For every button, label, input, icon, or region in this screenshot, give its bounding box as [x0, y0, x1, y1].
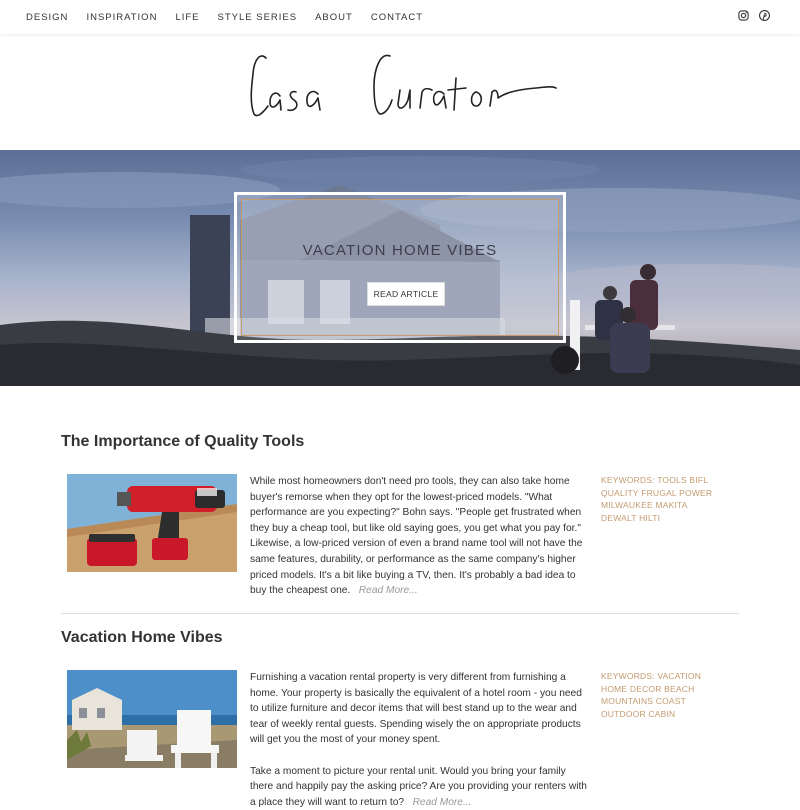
read-article-button[interactable]: READ ARTICLE [367, 282, 445, 306]
keyword-link[interactable]: MOUNTAINS [601, 696, 653, 706]
article-thumbnail-beach-chairs[interactable] [67, 670, 237, 768]
read-more-link[interactable]: Read More... [413, 797, 472, 808]
hero-banner: VACATION HOME VIBES READ ARTICLE [0, 150, 800, 386]
keyword-link[interactable]: BIFL [689, 475, 708, 485]
hero-card-frame: VACATION HOME VIBES READ ARTICLE [241, 199, 559, 336]
keyword-link[interactable]: MAKITA [655, 500, 687, 510]
nav-item-style-series[interactable]: STYLE SERIES [218, 12, 298, 23]
read-more-link[interactable]: Read More... [359, 585, 418, 596]
keyword-link[interactable]: MILWAUKEE [601, 500, 653, 510]
keyword-link[interactable]: FRUGAL [641, 488, 676, 498]
top-nav: DESIGN INSPIRATION LIFE STYLE SERIES ABO… [0, 0, 800, 34]
keyword-link[interactable]: HOME [601, 684, 627, 694]
article-keywords: KEYWORDS: TOOLS BIFL QUALITY FRUGAL POWE… [601, 474, 726, 524]
article-thumbnail-drill[interactable] [67, 474, 237, 572]
keyword-link[interactable]: POWER [679, 488, 712, 498]
keyword-link[interactable]: VACATION [657, 671, 701, 681]
nav-item-design[interactable]: DESIGN [26, 12, 68, 23]
keyword-link[interactable]: DECOR [630, 684, 662, 694]
pinterest-icon[interactable] [759, 10, 770, 21]
keyword-link[interactable]: OUTDOOR [601, 709, 646, 719]
nav-item-inspiration[interactable]: INSPIRATION [86, 12, 157, 23]
keywords-label: KEYWORDS: [601, 671, 655, 681]
keyword-link[interactable]: COAST [656, 696, 686, 706]
hero-card: VACATION HOME VIBES READ ARTICLE [234, 192, 566, 343]
nav-item-contact[interactable]: CONTACT [371, 12, 423, 23]
article-keywords: KEYWORDS: VACATION HOME DECOR BEACH MOUN… [601, 670, 726, 720]
excerpt-text: While most homeowners don't need pro too… [250, 476, 583, 597]
keyword-link[interactable]: TOOLS [657, 475, 687, 485]
main-menu: DESIGN INSPIRATION LIFE STYLE SERIES ABO… [26, 12, 441, 23]
instagram-icon[interactable] [738, 10, 749, 21]
keyword-link[interactable]: DEWALT [601, 513, 637, 523]
keywords-label: KEYWORDS: [601, 475, 655, 485]
keyword-link[interactable]: HILTI [639, 513, 660, 523]
article-divider [61, 613, 739, 614]
keyword-link[interactable]: CABIN [648, 709, 675, 719]
keyword-link[interactable]: BEACH [664, 684, 694, 694]
logo-signature [250, 54, 557, 117]
hero-title: VACATION HOME VIBES [302, 242, 498, 259]
article-title[interactable]: Vacation Home Vibes [61, 629, 223, 647]
article-excerpt: While most homeowners don't need pro too… [250, 474, 590, 599]
site-logo[interactable] [240, 44, 560, 124]
social-links [738, 10, 770, 21]
nav-item-life[interactable]: LIFE [175, 12, 199, 23]
article-excerpt: Furnishing a vacation rental property is… [250, 670, 590, 810]
article-title[interactable]: The Importance of Quality Tools [61, 433, 304, 451]
nav-item-about[interactable]: ABOUT [315, 12, 353, 23]
keyword-link[interactable]: QUALITY [601, 488, 639, 498]
excerpt-paragraph: Furnishing a vacation rental property is… [250, 672, 582, 746]
